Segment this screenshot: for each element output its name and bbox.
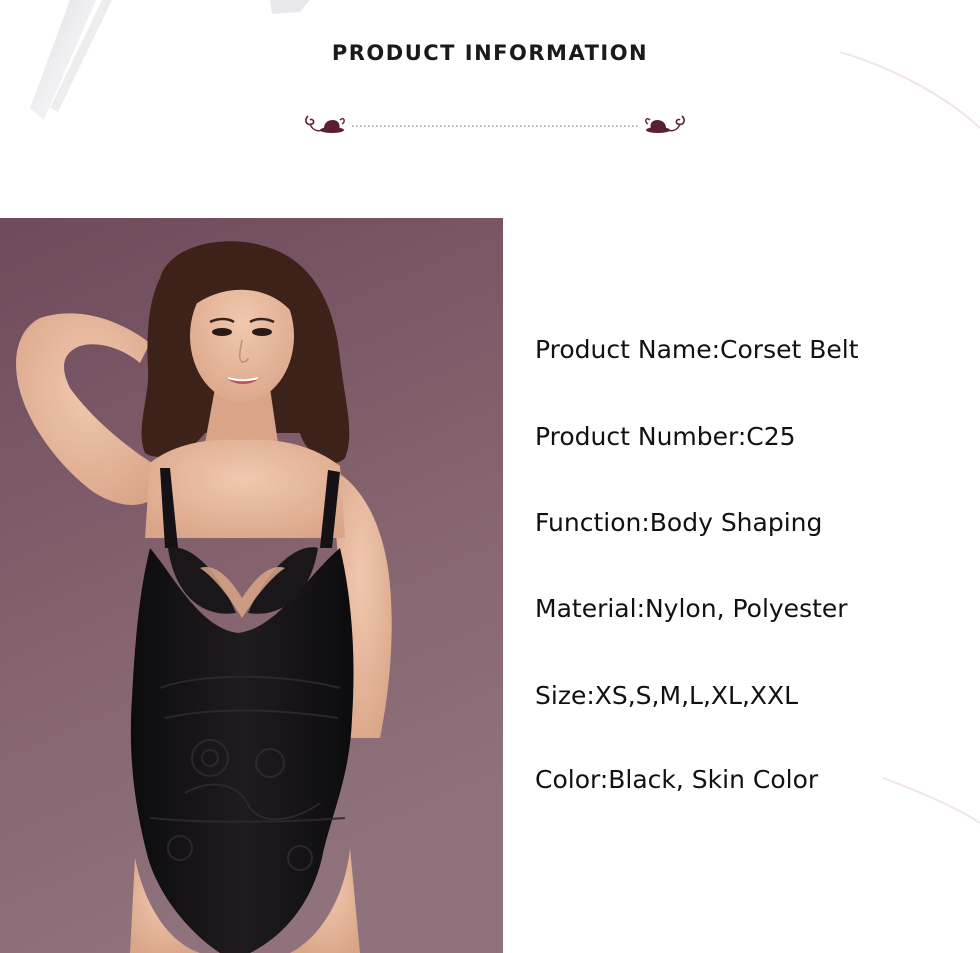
product-specifications: Product Name:Corset Belt Product Number:… [503, 218, 980, 953]
spec-function: Function:Body Shaping [535, 508, 823, 537]
spec-material: Material:Nylon, Polyester [535, 594, 848, 623]
ornamental-divider [305, 115, 685, 133]
decorative-sheen [882, 777, 980, 824]
spec-color: Color:Black, Skin Color [535, 765, 819, 794]
flourish-hat-icon [305, 115, 345, 133]
page-title: PRODUCT INFORMATION [331, 41, 649, 65]
product-photo [0, 218, 503, 953]
spec-product-name: Product Name:Corset Belt [535, 335, 859, 364]
flourish-hat-icon [645, 115, 685, 133]
spec-product-number: Product Number:C25 [535, 422, 796, 451]
model-wearing-shapewear-illustration [0, 218, 503, 953]
header-banner: PRODUCT INFORMATION [0, 0, 980, 218]
spec-size: Size:XS,S,M,L,XL,XXL [535, 681, 799, 710]
